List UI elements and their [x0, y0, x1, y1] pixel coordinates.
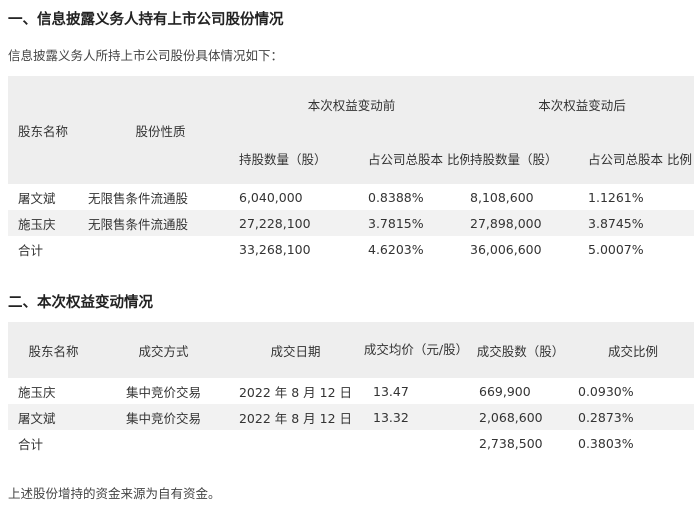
col-method-header: 成交方式 — [99, 322, 228, 378]
trade-date: 2022 年 8 月 12 日 — [228, 378, 363, 404]
sub-ratio-after-header: 占公司总股本 比例 — [578, 132, 695, 184]
table-row: 屠文斌 无限售条件流通股 6,040,000 0.8388% 8,108,600… — [8, 184, 695, 210]
col-shares-header: 成交股数（股） — [469, 322, 572, 378]
table-row: 屠文斌 集中竞价交易 2022 年 8 月 12 日 13.32 2,068,6… — [8, 404, 694, 430]
total-label: 合计 — [8, 430, 99, 456]
group-after-header: 本次权益变动后 — [470, 76, 695, 132]
col-shareholder-header: 股东名称 — [8, 76, 88, 184]
table-row: 施玉庆 无限售条件流通股 27,228,100 3.7815% 27,898,0… — [8, 210, 695, 236]
shareholder-name: 屠文斌 — [8, 184, 88, 210]
col-price-header: 成交均价（元/股） — [363, 322, 469, 378]
footer-note: 上述股份增持的资金来源为自有资金。 — [8, 486, 221, 501]
total-row: 合计 2,738,500 0.3803% — [8, 430, 694, 456]
section2-title: 二、本次权益变动情况 — [8, 295, 153, 311]
total-qty-after: 36,006,600 — [470, 236, 579, 262]
total-ratio-before: 4.6203% — [348, 236, 471, 262]
total-empty-cell — [99, 430, 228, 456]
sub-qty-after-header: 持股数量（股） — [470, 132, 579, 184]
share-nature: 无限售条件流通股 — [88, 184, 233, 210]
trade-ratio: 0.0930% — [572, 378, 694, 404]
col-shareholder-header: 股东名称 — [8, 322, 99, 378]
total-shares: 2,738,500 — [469, 430, 572, 456]
trade-price: 13.32 — [363, 404, 469, 430]
qty-after: 27,898,000 — [470, 210, 579, 236]
group-before-header: 本次权益变动前 — [233, 76, 471, 132]
shareholder-name: 施玉庆 — [8, 378, 99, 404]
qty-after: 8,108,600 — [470, 184, 579, 210]
shareholder-name: 施玉庆 — [8, 210, 88, 236]
sub-ratio-before-header: 占公司总股本 比例 — [348, 132, 471, 184]
col-date-header: 成交日期 — [228, 322, 363, 378]
total-qty-before: 33,268,100 — [233, 236, 348, 262]
shareholding-header-row: 股东名称 股份性质 本次权益变动前 本次权益变动后 — [8, 76, 695, 184]
ratio-after: 3.8745% — [578, 210, 695, 236]
ratio-before: 3.7815% — [348, 210, 471, 236]
trade-price: 13.47 — [363, 378, 469, 404]
qty-before: 27,228,100 — [233, 210, 348, 236]
total-empty-cell — [88, 236, 233, 262]
transaction-header-row: 股东名称 成交方式 成交日期 成交均价（元/股） 成交股数（股） 成交比例 — [8, 322, 694, 378]
shareholding-table: 股东名称 股份性质 本次权益变动前 本次权益变动后 持股数量（股） 占公司总股本… — [8, 76, 695, 262]
total-label: 合计 — [8, 236, 88, 262]
share-nature: 无限售条件流通股 — [88, 210, 233, 236]
trade-shares: 2,068,600 — [469, 404, 572, 430]
total-ratio-after: 5.0007% — [578, 236, 695, 262]
section1-intro: 信息披露义务人所持上市公司股份具体情况如下： — [8, 48, 284, 63]
trade-shares: 669,900 — [469, 378, 572, 404]
trade-date: 2022 年 8 月 12 日 — [228, 404, 363, 430]
trade-method: 集中竞价交易 — [99, 378, 228, 404]
shareholder-name: 屠文斌 — [8, 404, 99, 430]
transaction-table: 股东名称 成交方式 成交日期 成交均价（元/股） 成交股数（股） 成交比例 施玉… — [8, 322, 694, 456]
ratio-before: 0.8388% — [348, 184, 471, 210]
table-row: 施玉庆 集中竞价交易 2022 年 8 月 12 日 13.47 669,900… — [8, 378, 694, 404]
trade-method: 集中竞价交易 — [99, 404, 228, 430]
total-row: 合计 33,268,100 4.6203% 36,006,600 5.0007% — [8, 236, 695, 262]
total-empty-cell — [363, 430, 469, 456]
col-ratio-header: 成交比例 — [572, 322, 694, 378]
trade-ratio: 0.2873% — [572, 404, 694, 430]
section1-title: 一、信息披露义务人持有上市公司股份情况 — [8, 12, 284, 28]
total-ratio: 0.3803% — [572, 430, 694, 456]
total-empty-cell — [228, 430, 363, 456]
ratio-after: 1.1261% — [578, 184, 695, 210]
qty-before: 6,040,000 — [233, 184, 348, 210]
col-nature-header: 股份性质 — [88, 76, 233, 184]
sub-qty-before-header: 持股数量（股） — [233, 132, 348, 184]
